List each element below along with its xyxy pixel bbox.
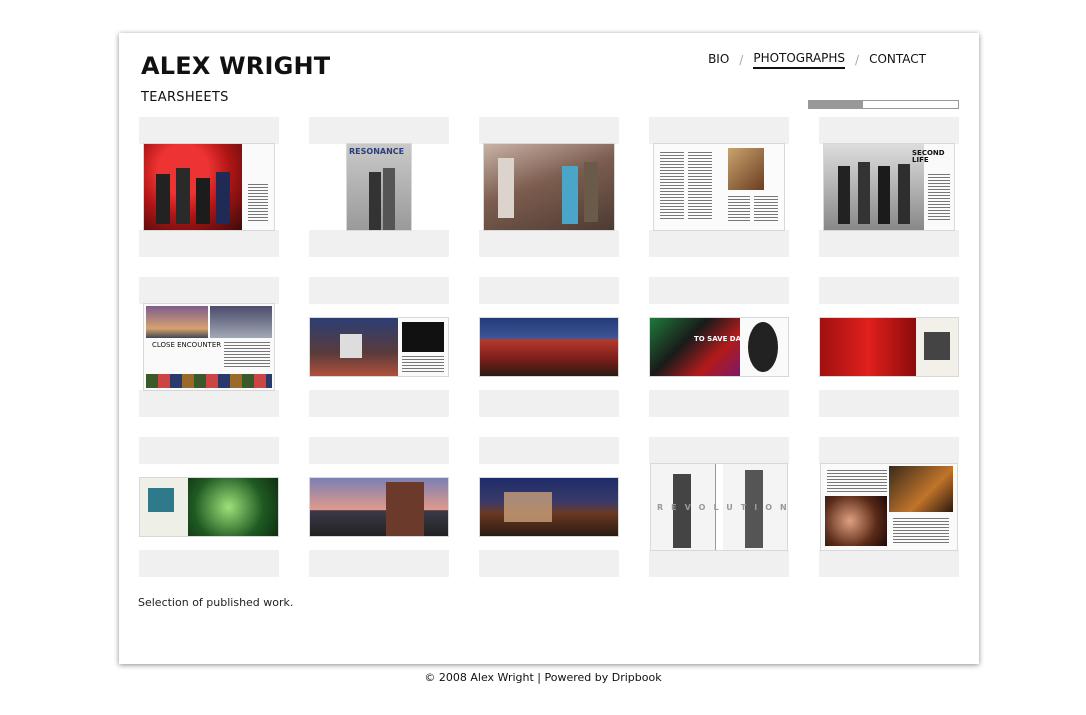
thumbnail-caption-top [649,117,789,144]
gallery-description: Selection of published work. [138,596,294,609]
nav-bio[interactable]: BIO [708,52,729,68]
thumbnail-caption-bottom [819,550,959,577]
thumbnail-image[interactable] [479,477,619,537]
site-title[interactable]: ALEX WRIGHT [141,52,330,80]
thumbnail-caption-top [139,277,279,304]
nav-separator: / [855,53,860,67]
thumbnail-text: SECOND LIFE [912,149,945,164]
thumbnail-cell[interactable] [309,277,449,417]
thumbnail-cell[interactable] [819,277,959,417]
loading-progress-bar [808,100,959,109]
thumbnail-caption-bottom [649,390,789,417]
thumbnail-image[interactable] [139,477,279,537]
thumbnail-cell[interactable] [139,117,279,257]
thumbnail-caption-bottom [819,390,959,417]
thumbnail-caption-top [139,117,279,144]
thumbnail-caption-top [479,117,619,144]
thumbnail-caption-bottom [479,230,619,257]
thumbnail-caption-top [479,277,619,304]
nav-contact[interactable]: CONTACT [869,52,926,68]
nav-photographs[interactable]: PHOTOGRAPHS [753,51,846,69]
thumbnail-caption-top [309,437,449,464]
thumbnail-cell[interactable] [479,437,619,577]
nav-separator: / [739,53,744,67]
thumbnail-caption-top [819,437,959,464]
loading-progress-fill [809,101,863,108]
thumbnail-cell[interactable] [649,117,789,257]
thumbnail-caption-top [139,437,279,464]
thumbnail-image[interactable]: REVOLUTION [650,463,788,551]
thumbnail-caption-bottom [819,230,959,257]
thumbnail-cell[interactable]: CLOSE ENCOUNTER [139,277,279,417]
thumbnail-image[interactable] [143,143,275,231]
thumbnail-caption-bottom [139,390,279,417]
thumbnail-image[interactable] [820,463,958,551]
thumbnail-cell[interactable]: SECOND LIFE [819,117,959,257]
thumbnail-caption-bottom [309,550,449,577]
thumbnail-image[interactable] [819,317,959,377]
thumbnail-image[interactable]: RESONANCE [346,143,412,231]
thumbnail-cell[interactable]: TO SAVE DA... [649,277,789,417]
thumbnail-cell[interactable] [139,437,279,577]
thumbnail-image[interactable] [309,477,449,537]
thumbnail-cell[interactable] [309,437,449,577]
thumbnail-caption-bottom [309,390,449,417]
thumbnail-caption-top [649,277,789,304]
thumbnail-text: CLOSE ENCOUNTER [152,341,222,349]
thumbnail-image[interactable] [653,143,785,231]
thumbnail-cell[interactable] [479,117,619,257]
thumbnail-caption-top [309,277,449,304]
thumbnail-caption-top [819,277,959,304]
footer-text: © 2008 Alex Wright | Powered by Dripbook [424,671,662,684]
thumbnail-text: RESONANCE [349,147,405,156]
thumbnail-image[interactable]: CLOSE ENCOUNTER [143,303,275,391]
thumbnail-image[interactable]: SECOND LIFE [823,143,955,231]
thumbnail-caption-bottom [479,550,619,577]
thumbnail-cell[interactable]: RESONANCE [309,117,449,257]
thumbnail-caption-bottom [649,550,789,577]
thumbnail-image[interactable] [479,317,619,377]
thumbnail-image[interactable]: TO SAVE DA... [649,317,789,377]
thumbnail-caption-top [649,437,789,464]
thumbnail-caption-top [479,437,619,464]
thumbnail-caption-bottom [139,550,279,577]
main-nav: BIO / PHOTOGRAPHS / CONTACT [708,51,926,69]
thumbnail-caption-top [819,117,959,144]
thumbnail-image[interactable] [483,143,615,231]
thumbnail-grid: RESONANCE SECOND LIFE CLOSE ENCOUNTER TO… [139,117,959,577]
thumbnail-text: REVOLUTION [657,503,788,512]
thumbnail-caption-bottom [479,390,619,417]
thumbnail-caption-bottom [139,230,279,257]
content-card: ALEX WRIGHT TEARSHEETS BIO / PHOTOGRAPHS… [119,33,979,664]
thumbnail-cell[interactable] [479,277,619,417]
thumbnail-caption-bottom [309,230,449,257]
thumbnail-image[interactable] [309,317,449,377]
thumbnail-caption-top [309,117,449,144]
thumbnail-cell[interactable] [819,437,959,577]
thumbnail-cell[interactable]: REVOLUTION [649,437,789,577]
thumbnail-caption-bottom [649,230,789,257]
section-title: TEARSHEETS [141,90,229,105]
thumbnail-text: TO SAVE DA... [694,335,750,343]
